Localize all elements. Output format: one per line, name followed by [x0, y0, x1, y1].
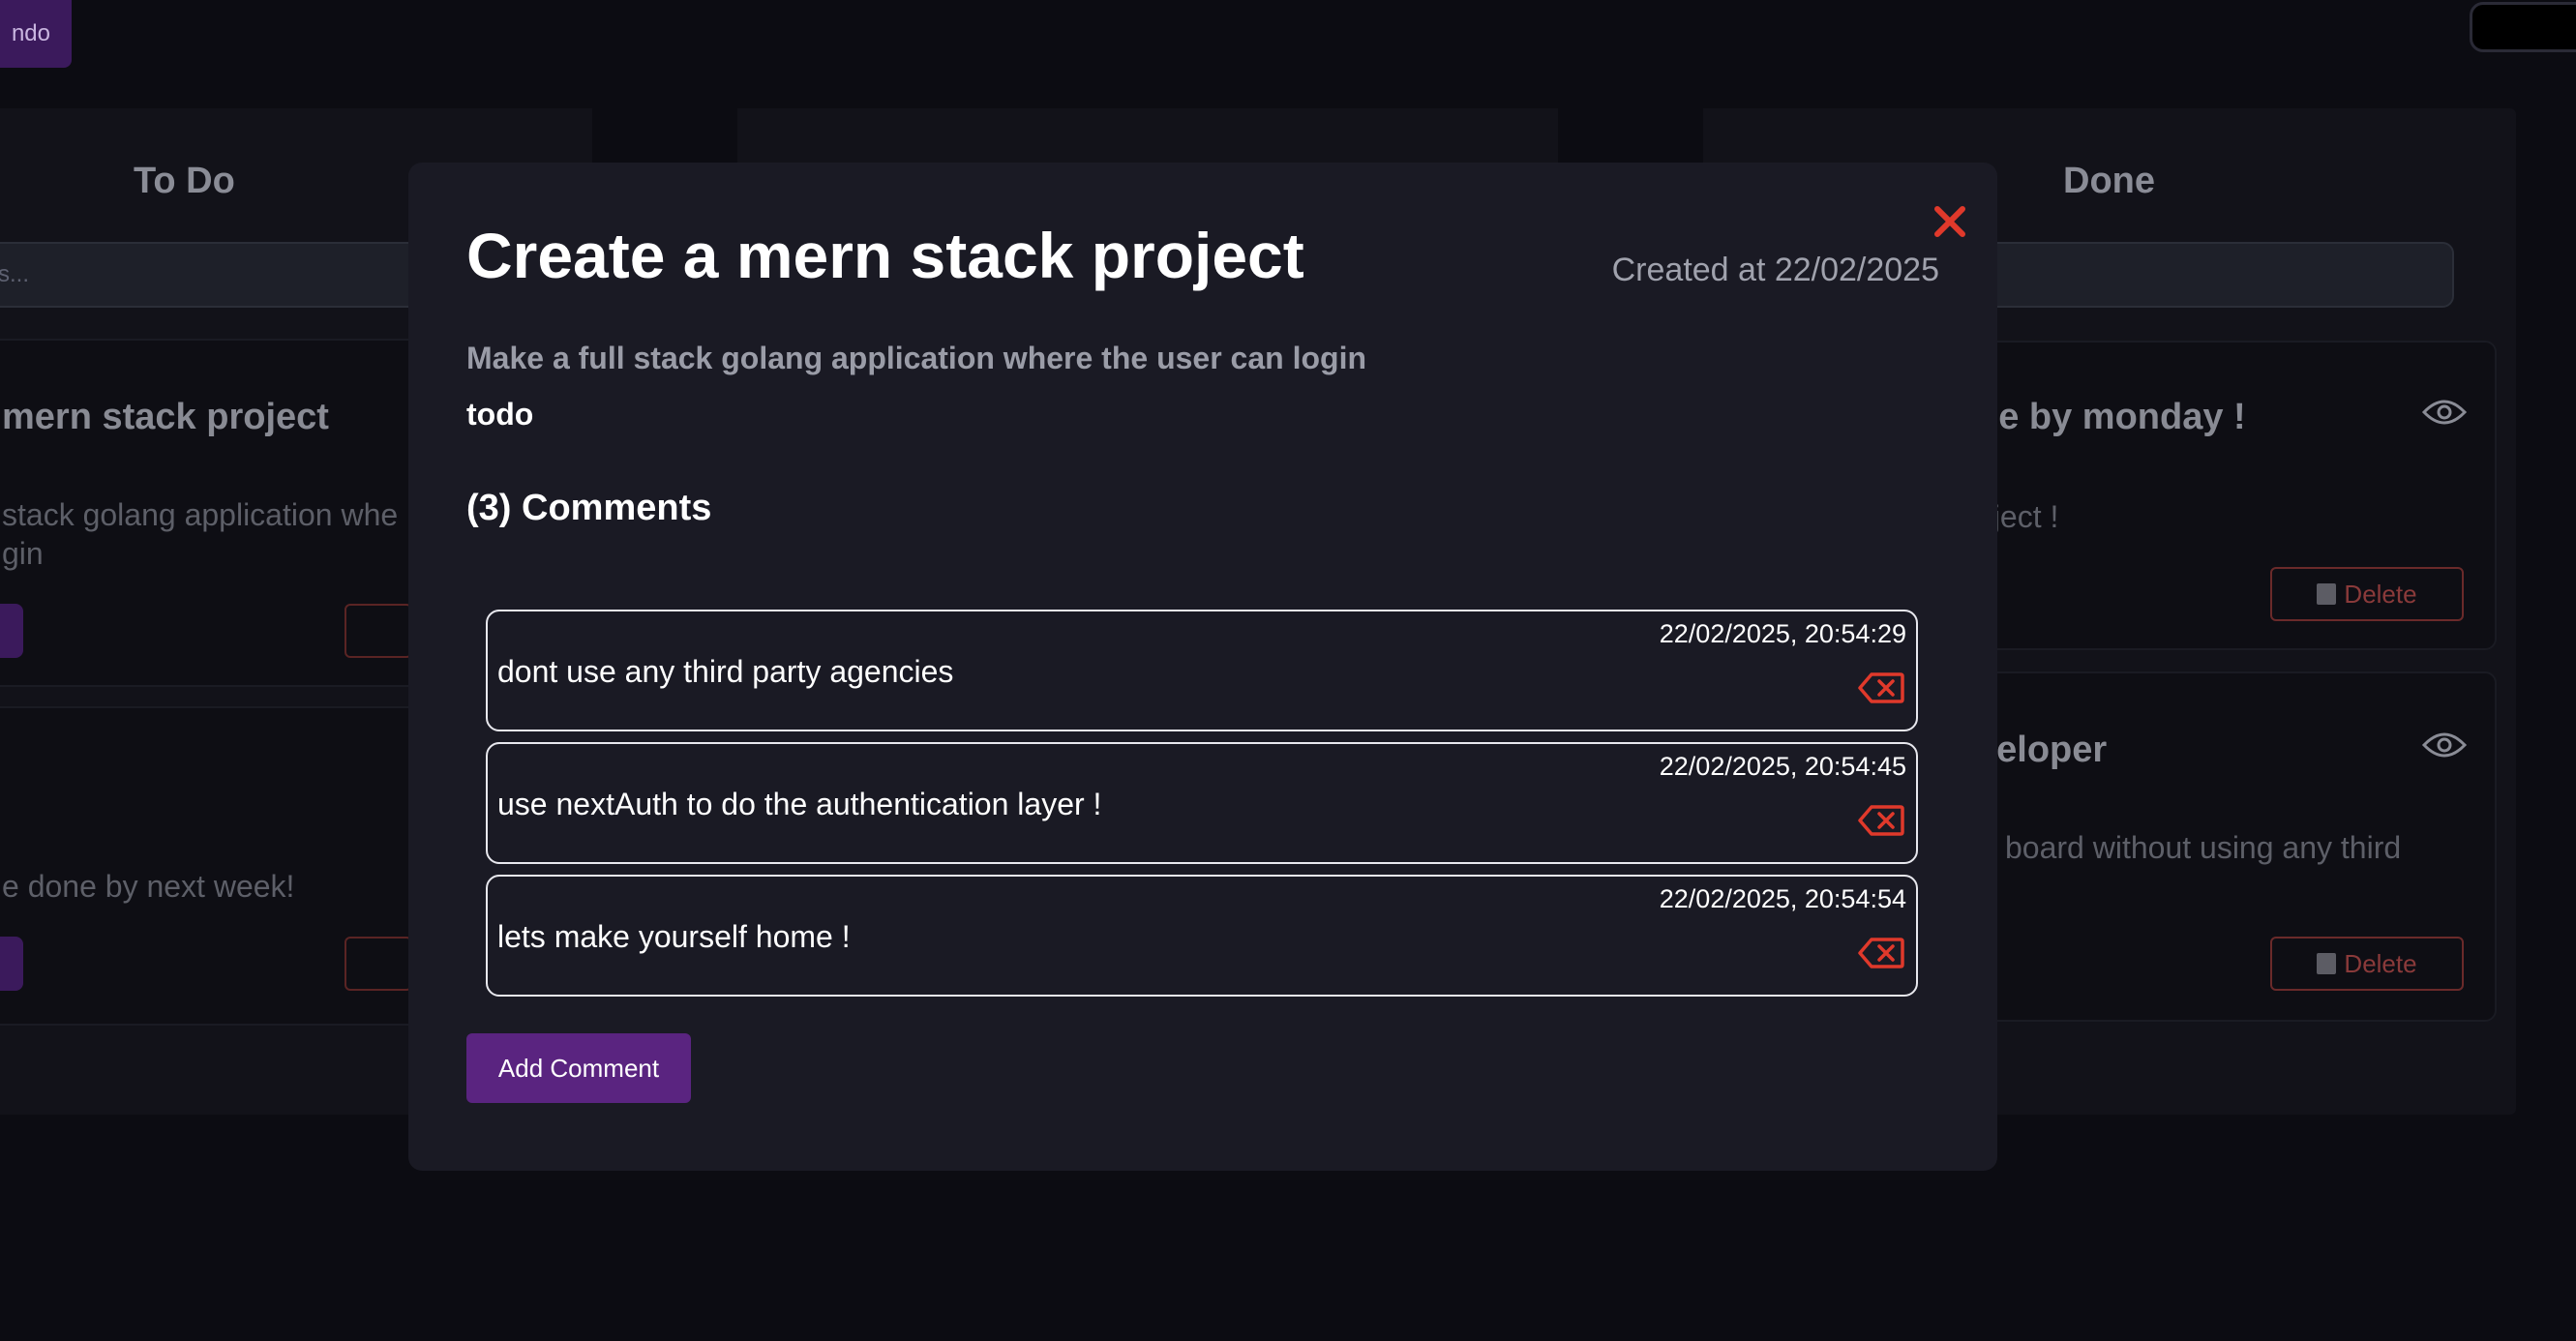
task-status: todo	[466, 397, 534, 432]
task-detail-modal: Create a mern stack project Created at 2…	[408, 163, 1997, 1171]
eye-icon[interactable]	[2421, 726, 2468, 764]
comment-text: lets make yourself home !	[497, 919, 851, 954]
comment-timestamp: 22/02/2025, 20:54:29	[1659, 619, 1906, 648]
comment-item: 22/02/2025, 20:54:54 lets make yourself …	[486, 875, 1918, 997]
column-gap	[592, 108, 737, 166]
trash-icon	[2317, 953, 2337, 974]
trash-icon	[2317, 583, 2337, 605]
card-description: board without using any third	[2005, 830, 2402, 865]
created-at-label: Created at 22/02/2025	[1611, 252, 1939, 288]
app-stage: ndo To Do ks... mern stack project stack…	[0, 0, 2576, 1341]
delete-button[interactable]: Delete	[2270, 937, 2464, 991]
search-placeholder: ks...	[0, 261, 30, 287]
card-title: mern stack project	[2, 397, 329, 437]
backspace-delete-icon[interactable]	[1858, 671, 1904, 704]
card-description: e done by next week!	[2, 869, 295, 904]
top-left-button[interactable]: ndo	[0, 0, 72, 68]
done-search-input[interactable]	[1974, 242, 2454, 308]
comment-item: 22/02/2025, 20:54:29 dont use any third …	[486, 610, 1918, 731]
task-description: Make a full stack golang application whe…	[466, 341, 1366, 375]
top-left-button-label: ndo	[11, 20, 50, 46]
delete-label: Delete	[2344, 948, 2417, 978]
comment-text: use nextAuth to do the authentication la…	[497, 787, 1102, 821]
card-action-button[interactable]	[0, 604, 23, 658]
comment-item: 22/02/2025, 20:54:45 use nextAuth to do …	[486, 742, 1918, 864]
card-description: gin	[2, 536, 44, 571]
modal-title: Create a mern stack project	[466, 220, 1304, 291]
backspace-delete-icon[interactable]	[1858, 804, 1904, 837]
comments-header: (3) Comments	[466, 488, 712, 528]
top-right-control[interactable]	[2470, 2, 2576, 52]
comment-timestamp: 22/02/2025, 20:54:45	[1659, 752, 1906, 781]
done-card[interactable]: veloper board without using any third De…	[1974, 671, 2497, 1022]
delete-button[interactable]: Delete	[2270, 567, 2464, 621]
backspace-delete-icon[interactable]	[1858, 937, 1904, 969]
todo-search-input[interactable]: ks...	[0, 242, 435, 308]
done-card[interactable]: ne by monday ! oject ! Delete	[1974, 341, 2497, 650]
delete-label: Delete	[2344, 579, 2417, 609]
close-x-icon[interactable]	[1928, 199, 1972, 244]
card-title: ne by monday !	[1976, 397, 2246, 437]
add-comment-button[interactable]: Add Comment	[466, 1033, 691, 1103]
eye-icon[interactable]	[2421, 393, 2468, 432]
card-description: stack golang application whe	[2, 497, 399, 532]
card-action-button[interactable]	[0, 937, 23, 991]
column-title-done: Done	[2063, 161, 2155, 201]
column-title-todo: To Do	[134, 161, 235, 201]
comment-timestamp: 22/02/2025, 20:54:54	[1659, 884, 1906, 913]
card-delete-button[interactable]	[344, 604, 412, 658]
card-delete-button[interactable]	[344, 937, 412, 991]
comment-text: dont use any third party agencies	[497, 654, 954, 689]
column-gap	[1558, 108, 1703, 166]
